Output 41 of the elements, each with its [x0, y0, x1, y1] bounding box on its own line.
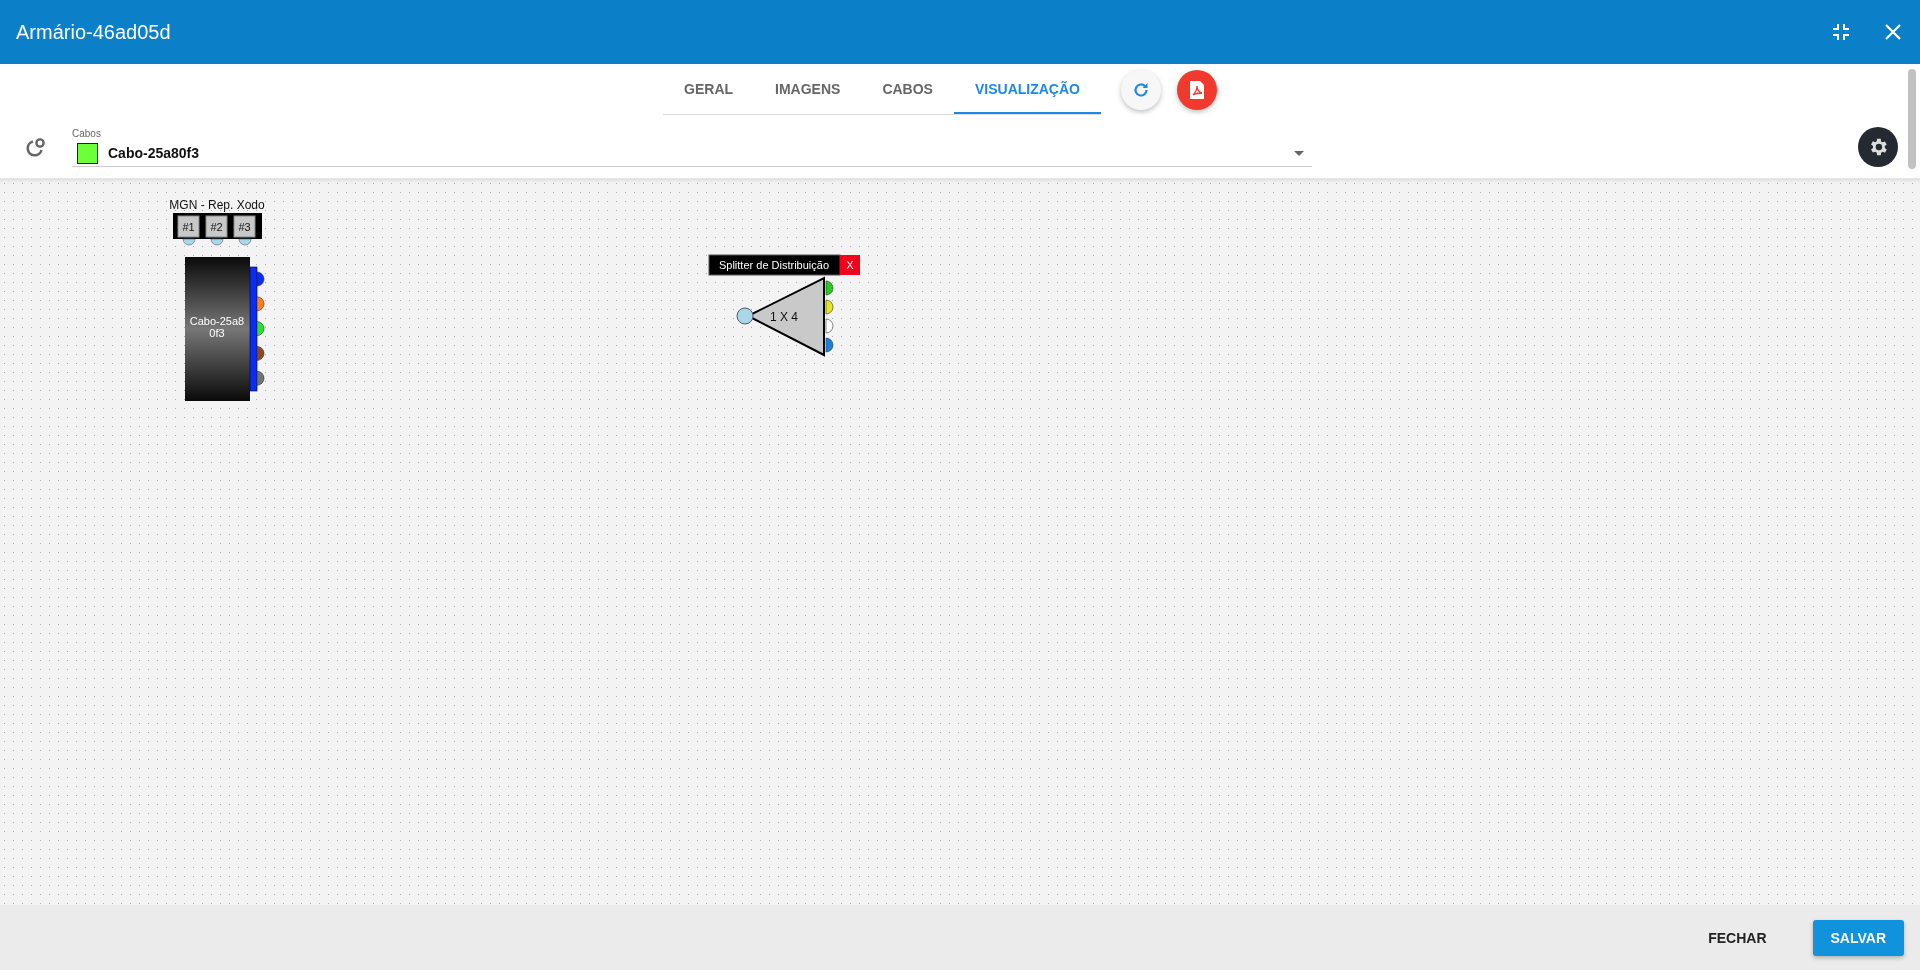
tube-tab[interactable]: #1: [177, 215, 200, 238]
cable-select[interactable]: Cabos Cabo-25a80f3: [72, 127, 1312, 167]
selected-cable: Cabo-25a80f3: [108, 145, 200, 161]
tab[interactable]: IMAGENS: [754, 66, 862, 114]
fiber-port[interactable]: [256, 296, 265, 312]
tab[interactable]: VISUALIZAÇÃO: [953, 66, 1101, 114]
node-title: MGN - Rep. Xodo: [169, 198, 265, 212]
tab[interactable]: GERAL: [663, 66, 755, 114]
field-label: Cabos: [72, 127, 101, 139]
cable-name: Cabo-25a8: [189, 315, 245, 327]
splitter-output-port[interactable]: [825, 337, 834, 353]
fiber-port[interactable]: [256, 346, 265, 361]
pdf-button[interactable]: [1176, 70, 1217, 110]
tab[interactable]: CABOS: [861, 66, 954, 114]
splitter-title: Splitter de Distribuição: [718, 259, 830, 271]
fiber-port[interactable]: [256, 271, 265, 287]
close-icon[interactable]: [1884, 23, 1902, 41]
settings-button[interactable]: [1858, 127, 1898, 167]
tube-tab[interactable]: #2: [205, 215, 228, 238]
remove-button[interactable]: X: [840, 255, 860, 275]
cable-name: 0f3: [209, 327, 225, 339]
tube-port[interactable]: [238, 238, 252, 246]
close-button[interactable]: FECHAR: [1690, 919, 1785, 956]
splitter-ratio: 1 X 4: [770, 310, 798, 324]
tube-port[interactable]: [182, 238, 196, 246]
refresh-button[interactable]: [1120, 70, 1161, 110]
window-title: Armário-46ad05d: [16, 20, 171, 44]
splitter-output-port[interactable]: [825, 280, 834, 296]
tube-port[interactable]: [210, 238, 224, 246]
scrollbar[interactable]: [1908, 69, 1916, 169]
splitter-output-port[interactable]: [825, 318, 834, 334]
tube-tab[interactable]: #3: [233, 215, 256, 238]
fiber-port[interactable]: [256, 321, 265, 336]
reset-icon[interactable]: [24, 135, 48, 159]
fiber-port[interactable]: [256, 370, 265, 386]
pdf-file-icon: [1187, 80, 1206, 100]
splitter-output-port[interactable]: [825, 299, 834, 315]
caret-icon: [1294, 150, 1304, 156]
exit-fullscreen-icon[interactable]: [1832, 23, 1850, 41]
splitter-input-port[interactable]: [736, 307, 754, 325]
save-button[interactable]: SALVAR: [1812, 919, 1904, 956]
